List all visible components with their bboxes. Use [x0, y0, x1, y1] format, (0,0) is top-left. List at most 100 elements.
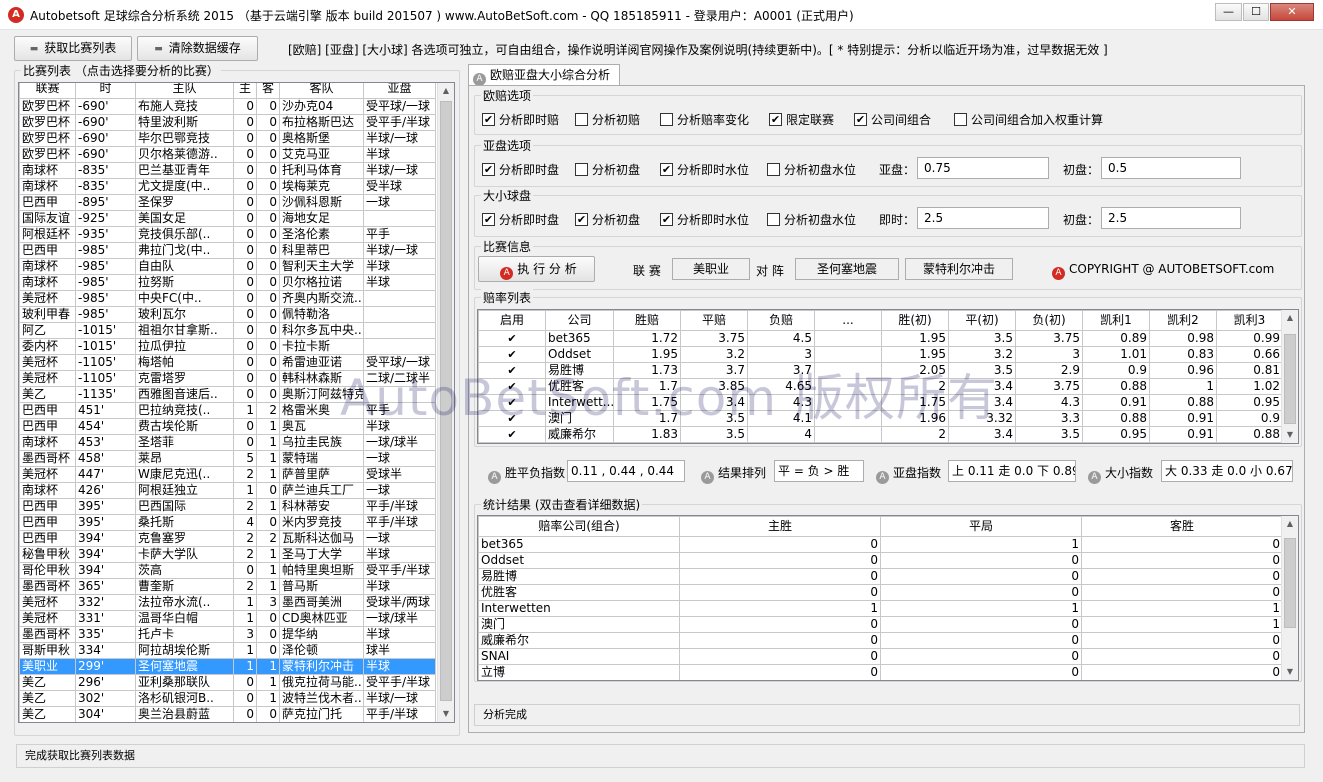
- europe-option-1[interactable]: 分析初赔: [575, 111, 640, 128]
- enable-checkbox[interactable]: ✔: [478, 394, 546, 411]
- enable-checkbox[interactable]: ✔: [478, 346, 546, 363]
- asian-initial-input[interactable]: 0.5: [1101, 157, 1241, 179]
- table-row[interactable]: 美乙 304' 奥兰治县蔚蓝 0 0 萨克拉门托 平手/半球: [19, 706, 436, 722]
- checkbox[interactable]: ✔: [660, 163, 673, 176]
- stats-scrollbar[interactable]: ▲ ▼: [1281, 516, 1298, 680]
- ou-initial-input[interactable]: 2.5: [1101, 207, 1241, 229]
- overunder-option-2[interactable]: ✔ 分析即时水位: [660, 211, 749, 228]
- table-row[interactable]: 威廉希尔 0 0 0: [478, 632, 1283, 649]
- table-row[interactable]: 美冠杯 -1105' 梅塔帕 0 0 希雷迪亚诺 受平球/一球: [19, 354, 436, 371]
- column-header[interactable]: 时: [75, 83, 136, 99]
- table-row[interactable]: 巴西甲 454' 费古埃伦斯 0 1 奥瓦 半球: [19, 418, 436, 435]
- table-row[interactable]: 阿根廷杯 -935' 竞技俱乐部(.. 0 0 圣洛伦素 平手: [19, 226, 436, 243]
- run-analysis-button[interactable]: A执 行 分 析: [478, 256, 595, 282]
- table-row[interactable]: 澳门 0 0 1: [478, 616, 1283, 633]
- enable-checkbox[interactable]: ✔: [478, 362, 546, 379]
- europe-option-4[interactable]: ✔ 公司间组合: [854, 111, 931, 128]
- scroll-up-icon[interactable]: ▲: [438, 83, 454, 99]
- scroll-thumb[interactable]: [440, 101, 452, 701]
- table-row[interactable]: 国际友谊 -925' 美国女足 0 0 海地女足: [19, 210, 436, 227]
- column-header[interactable]: 负(初): [1015, 310, 1083, 331]
- asian-option-1[interactable]: 分析初盘: [575, 161, 640, 178]
- table-row[interactable]: 南球杯 426' 阿根廷独立 1 0 萨兰迪兵工厂 一球: [19, 482, 436, 499]
- table-row[interactable]: 巴西甲 451' 巴拉纳竞技(.. 1 2 格雷米奥 平手: [19, 402, 436, 419]
- asian-option-2[interactable]: ✔ 分析即时水位: [660, 161, 749, 178]
- overunder-option-0[interactable]: ✔ 分析即时盘: [482, 211, 559, 228]
- checkbox[interactable]: ✔: [660, 213, 673, 226]
- table-row[interactable]: 南球杯 453' 圣塔菲 0 1 乌拉圭民族 一球/球半: [19, 434, 436, 451]
- ou-current-input[interactable]: 2.5: [917, 207, 1049, 229]
- table-row[interactable]: 南球杯 -985' 拉努斯 0 0 贝尔格拉诺 半球: [19, 274, 436, 291]
- column-header[interactable]: 启用: [478, 310, 546, 331]
- table-row[interactable]: 欧罗巴杯 -690' 特里波利斯 0 0 布拉格斯巴达 受平手/半球: [19, 114, 436, 131]
- table-row[interactable]: 南球杯 -835' 尤文提度(中.. 0 0 埃梅莱克 受半球: [19, 178, 436, 195]
- table-row[interactable]: 易胜博 0 0 0: [478, 568, 1283, 585]
- table-row[interactable]: 南球杯 -985' 自由队 0 0 智利天主大学 半球: [19, 258, 436, 275]
- checkbox[interactable]: [660, 113, 673, 126]
- checkbox[interactable]: ✔: [575, 213, 588, 226]
- tab-analysis[interactable]: A 欧赔亚盘大小综合分析: [468, 64, 620, 86]
- ou-index-input[interactable]: 大 0.33 走 0.0 小 0.67: [1161, 460, 1293, 482]
- europe-option-0[interactable]: ✔ 分析即时赔: [482, 111, 559, 128]
- checkbox[interactable]: [575, 113, 588, 126]
- asian-option-0[interactable]: ✔ 分析即时盘: [482, 161, 559, 178]
- match-list-scrollbar[interactable]: ▲ ▼: [437, 83, 454, 722]
- table-row[interactable]: 美冠杯 331' 温哥华白帽 1 0 CD奥林匹亚 一球/球半: [19, 610, 436, 627]
- enable-checkbox[interactable]: ✔: [478, 410, 546, 427]
- column-header[interactable]: 客胜: [1081, 516, 1283, 537]
- column-header[interactable]: 赔率公司(组合): [478, 516, 680, 537]
- maximize-button[interactable]: ☐: [1243, 3, 1269, 21]
- checkbox[interactable]: [767, 163, 780, 176]
- checkbox[interactable]: [767, 213, 780, 226]
- table-row[interactable]: 美乙 -1135' 西雅图音速后.. 0 0 奥斯汀阿兹特克: [19, 386, 436, 403]
- table-row[interactable]: bet365 0 1 0: [478, 536, 1283, 553]
- table-row[interactable]: 墨西哥杯 335' 托卢卡 3 0 提华纳 半球: [19, 626, 436, 643]
- scroll-up-icon[interactable]: ▲: [1282, 516, 1298, 532]
- table-row[interactable]: 立博 0 0 0: [478, 664, 1283, 680]
- table-row[interactable]: 欧罗巴杯 -690' 毕尔巴鄂竞技 0 0 奥格斯堡 半球/一球: [19, 130, 436, 147]
- table-row[interactable]: 欧罗巴杯 -690' 布施人竞技 0 0 沙办克04 受平球/一球: [19, 98, 436, 115]
- scroll-thumb[interactable]: [1284, 334, 1296, 424]
- table-row[interactable]: 美职业 299' 圣何塞地震 1 1 蒙特利尔冲击 半球: [19, 658, 436, 675]
- checkbox[interactable]: [575, 163, 588, 176]
- table-row[interactable]: 巴西甲 395' 桑托斯 4 0 米内罗竞技 平手/半球: [19, 514, 436, 531]
- table-row[interactable]: 美冠杯 447' W康尼克迅(.. 2 1 萨普里萨 受球半: [19, 466, 436, 483]
- column-header[interactable]: 胜(初): [881, 310, 949, 331]
- enable-checkbox[interactable]: ✔: [478, 330, 546, 347]
- table-row[interactable]: 巴西甲 -985' 弗拉门戈(中.. 0 0 科里蒂巴 半球/一球: [19, 242, 436, 259]
- column-header[interactable]: ...: [814, 310, 882, 331]
- table-row[interactable]: ✔ 易胜博 1.73 3.7 3.7 2.05 3.5 2.9 0.9 0.96 0.81: [478, 362, 1283, 379]
- table-row[interactable]: 优胜客 0 0 0: [478, 584, 1283, 601]
- fetch-matches-button[interactable]: ▬ 获取比赛列表: [14, 36, 132, 61]
- checkbox[interactable]: ✔: [854, 113, 867, 126]
- overunder-option-3[interactable]: 分析初盘水位: [767, 211, 856, 228]
- table-row[interactable]: 美冠杯 -985' 中央FC(中.. 0 0 齐奥内斯交流..: [19, 290, 436, 307]
- column-header[interactable]: 客: [256, 83, 280, 99]
- table-row[interactable]: 玻利甲春 -985' 玻利瓦尔 0 0 佩特勒洛: [19, 306, 436, 323]
- table-row[interactable]: 巴西甲 395' 巴西国际 2 1 科林蒂安 平手/半球: [19, 498, 436, 515]
- table-row[interactable]: 墨西哥杯 365' 曹奎斯 2 1 普马斯 半球: [19, 578, 436, 595]
- minimize-button[interactable]: —: [1215, 3, 1242, 21]
- scroll-up-icon[interactable]: ▲: [1282, 310, 1298, 326]
- stats-grid[interactable]: 赔率公司(组合) 主胜 平局 客胜 bet365 0 1 0 Oddset 0 0 0 易胜博 0 0 0 优…: [477, 515, 1299, 681]
- checkbox[interactable]: ✔: [482, 163, 495, 176]
- column-header[interactable]: 主队: [135, 83, 234, 99]
- wdl-index-input[interactable]: 0.11 , 0.44 , 0.44: [567, 460, 685, 482]
- column-header[interactable]: 主胜: [679, 516, 881, 537]
- scroll-down-icon[interactable]: ▼: [438, 706, 454, 722]
- scroll-down-icon[interactable]: ▼: [1282, 664, 1298, 680]
- close-button[interactable]: ✕: [1270, 3, 1314, 21]
- column-header[interactable]: 负赔: [747, 310, 815, 331]
- asian-index-input[interactable]: 上 0.11 走 0.0 下 0.89: [948, 460, 1076, 482]
- europe-option-5[interactable]: 公司间组合加入权重计算: [954, 111, 1103, 128]
- table-row[interactable]: 哥斯甲秋 334' 阿拉胡埃伦斯 1 0 泽伦顿 球半: [19, 642, 436, 659]
- column-header[interactable]: 亚盘: [363, 83, 436, 99]
- asian-option-3[interactable]: 分析初盘水位: [767, 161, 856, 178]
- europe-option-2[interactable]: 分析赔率变化: [660, 111, 749, 128]
- table-row[interactable]: 南球杯 -835' 巴兰基亚青年 0 0 托利马体育 半球/一球: [19, 162, 436, 179]
- table-row[interactable]: 哥伦甲秋 394' 茨高 0 1 帕特里奥坦斯 受平手/半球: [19, 562, 436, 579]
- table-row[interactable]: ✔ 优胜客 1.7 3.85 4.65 2 3.4 3.75 0.88 1 1.02: [478, 378, 1283, 395]
- checkbox[interactable]: ✔: [482, 113, 495, 126]
- table-row[interactable]: 墨西哥杯 458' 莱昂 5 1 蒙特瑞 一球: [19, 450, 436, 467]
- table-row[interactable]: ✔ 威廉希尔 1.83 3.5 4 2 3.4 3.5 0.95 0.91 0.88: [478, 426, 1283, 443]
